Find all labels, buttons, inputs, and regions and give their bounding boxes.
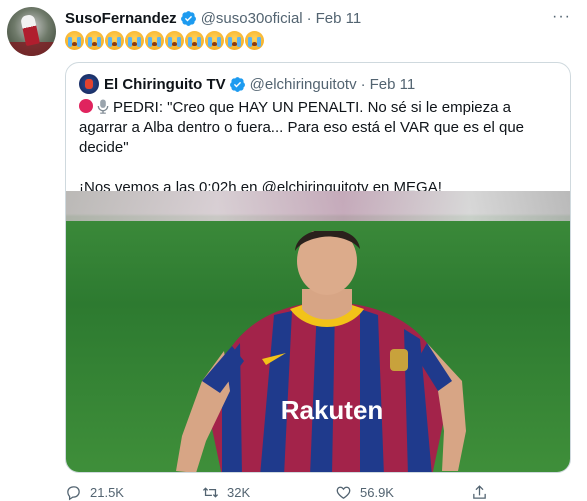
red-circle-icon bbox=[79, 99, 93, 113]
reply-button[interactable]: 21.5K bbox=[65, 484, 124, 501]
verified-icon bbox=[229, 76, 245, 92]
loudly-crying-face-icon bbox=[65, 31, 84, 50]
quoted-line-1: PEDRI: "Creo que HAY UN PENALTI. No sé s… bbox=[79, 99, 524, 156]
quoted-header: El Chiringuito TV @elchiringuitotv · Feb… bbox=[79, 74, 415, 94]
loudly-crying-face-icon bbox=[85, 31, 104, 50]
separator-dot: · bbox=[306, 9, 312, 27]
microphone-icon bbox=[97, 99, 109, 114]
loudly-crying-face-icon bbox=[205, 31, 224, 50]
quoted-avatar bbox=[79, 74, 99, 94]
quoted-photo[interactable]: Rakuten bbox=[66, 191, 570, 472]
quoted-date: Feb 11 bbox=[369, 75, 416, 93]
retweet-button[interactable]: 32K bbox=[202, 484, 250, 501]
quoted-author-handle: @elchiringuitotv bbox=[249, 75, 357, 93]
loudly-crying-face-icon bbox=[105, 31, 124, 50]
tweet-date[interactable]: Feb 11 bbox=[316, 10, 362, 27]
share-button[interactable] bbox=[471, 484, 496, 501]
like-count: 56.9K bbox=[360, 484, 394, 500]
reply-count: 21.5K bbox=[90, 484, 124, 500]
tweet-header: SusoFernandez @suso30oficial · Feb 11 bbox=[65, 8, 361, 28]
player-illustration: Rakuten bbox=[176, 231, 466, 472]
loudly-crying-face-icon bbox=[165, 31, 184, 50]
verified-icon bbox=[180, 10, 196, 26]
author-avatar[interactable] bbox=[7, 7, 56, 56]
quoted-author-name: El Chiringuito TV bbox=[104, 75, 226, 93]
quoted-tweet-card[interactable]: El Chiringuito TV @elchiringuitotv · Feb… bbox=[65, 62, 571, 473]
loudly-crying-face-icon bbox=[125, 31, 144, 50]
like-icon bbox=[336, 486, 351, 499]
retweet-count: 32K bbox=[227, 484, 251, 500]
quoted-text: PEDRI: "Creo que HAY UN PENALTI. No sé s… bbox=[79, 98, 563, 198]
separator-dot: · bbox=[360, 75, 366, 93]
tweet-text-emojis bbox=[65, 31, 264, 51]
loudly-crying-face-icon bbox=[145, 31, 164, 50]
author-handle[interactable]: @suso30oficial bbox=[201, 10, 303, 27]
loudly-crying-face-icon bbox=[185, 31, 204, 50]
reply-icon bbox=[67, 485, 80, 500]
shirt-sponsor-text: Rakuten bbox=[281, 395, 384, 425]
retweet-icon bbox=[202, 486, 219, 498]
like-button[interactable]: 56.9K bbox=[335, 484, 394, 501]
more-icon[interactable]: ··· bbox=[552, 8, 571, 26]
author-name[interactable]: SusoFernandez bbox=[65, 10, 177, 27]
loudly-crying-face-icon bbox=[245, 31, 264, 50]
loudly-crying-face-icon bbox=[225, 31, 244, 50]
share-icon bbox=[473, 484, 486, 499]
photo-background-stands bbox=[66, 191, 570, 221]
